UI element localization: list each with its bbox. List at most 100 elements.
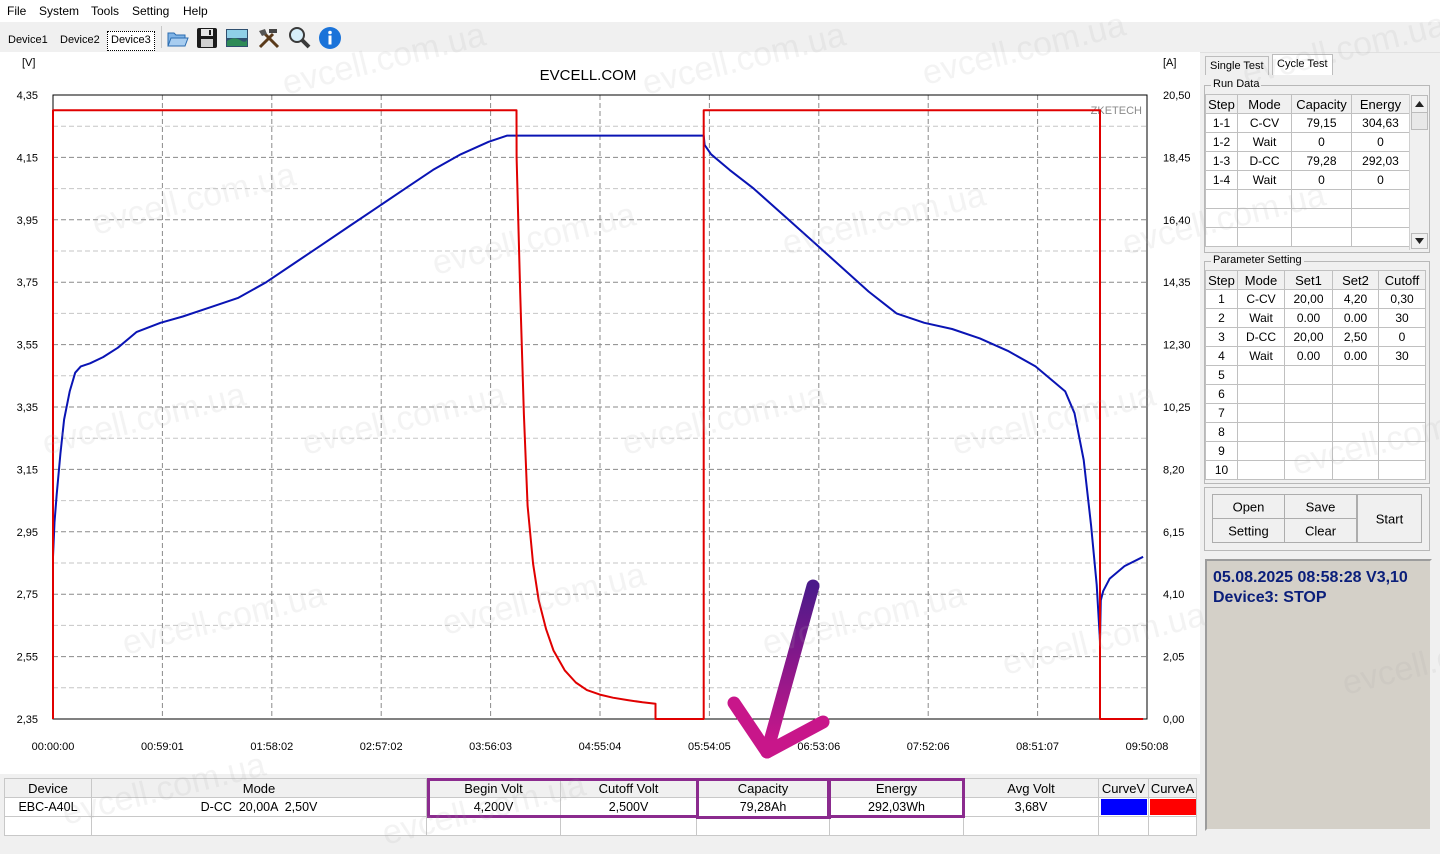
run-data-title: Run Data [1211,78,1262,90]
setting-button-label: Setting [1228,523,1269,538]
parameter-setting-title: Parameter Setting [1211,254,1304,266]
tab-device3[interactable]: Device3 [107,31,155,51]
scroll-up-arrow[interactable] [1411,95,1428,113]
param-cell: 0,30 [1378,289,1426,309]
param-row[interactable]: 10 [1205,460,1426,480]
summary-header-row: Device Mode Begin Volt Cutoff Volt Capac… [4,778,1197,798]
run-data-cell [1237,227,1292,247]
run-data-cell: 79,15 [1291,113,1352,133]
run-data-cell: Wait [1237,132,1292,152]
start-button-label: Start [1375,511,1404,526]
param-cell: 10 [1205,460,1238,480]
chart-title: EVCELL.COM [540,67,637,84]
x-tick-label: 01:58:02 [250,741,293,753]
param-cell [1237,365,1285,385]
value-avg-volt: 3,68V [963,797,1099,817]
param-cell: 4,20 [1332,289,1379,309]
param-cell [1284,422,1333,442]
param-cell [1378,441,1426,461]
run-data-cell [1291,189,1352,209]
header-energy: Energy [829,778,964,798]
run-data-row[interactable]: 1-4 Wait 0 0 [1205,170,1410,190]
chart-image-icon[interactable] [224,25,250,51]
param-row[interactable]: 3 D-CC 20,00 2,50 0 [1205,327,1426,347]
x-tick-label: 02:57:02 [360,741,403,753]
run-data-cell: 79,28 [1291,151,1352,171]
tab-cycle-test[interactable]: Cycle Test [1272,54,1333,75]
scroll-thumb[interactable] [1411,112,1428,130]
x-tick-label: 06:53:06 [797,741,840,753]
run-data-scrollbar[interactable] [1409,94,1428,250]
param-cell: 30 [1378,346,1426,366]
menu-system[interactable]: System [39,4,79,18]
param-cell [1378,422,1426,442]
param-cell: 20,00 [1284,289,1333,309]
tools-icon[interactable] [256,25,282,51]
x-tick-label: 03:56:03 [469,741,512,753]
header-begin-volt: Begin Volt [426,778,561,798]
x-tick-label: 00:59:01 [141,741,184,753]
param-column-header: Set2 [1332,270,1379,290]
menu-tools[interactable]: Tools [91,4,119,18]
param-cell [1237,441,1285,461]
param-row[interactable]: 7 [1205,403,1426,423]
setting-button[interactable]: Setting [1212,518,1285,543]
param-row[interactable]: 2 Wait 0.00 0.00 30 [1205,308,1426,328]
clear-button[interactable]: Clear [1284,518,1357,543]
param-row[interactable]: 4 Wait 0.00 0.00 30 [1205,346,1426,366]
curve-a-color-swatch[interactable] [1148,797,1197,817]
param-cell [1378,384,1426,404]
param-cell [1332,422,1379,442]
y-right-tick-label: 10,25 [1163,402,1191,414]
header-cutoff-volt: Cutoff Volt [560,778,697,798]
param-row[interactable]: 8 [1205,422,1426,442]
run-data-cell [1237,208,1292,228]
menu-help[interactable]: Help [183,4,208,18]
save-button-label: Save [1305,499,1336,514]
tab-single-test[interactable]: Single Test [1205,56,1269,75]
param-cell: D-CC [1237,327,1285,347]
param-row[interactable]: 6 [1205,384,1426,404]
scroll-down-arrow[interactable] [1411,233,1428,249]
run-data-cell [1205,189,1238,209]
y-right-tick-label: 2,05 [1163,652,1184,664]
menu-file[interactable]: File [7,4,26,18]
param-row[interactable]: 9 [1205,441,1426,461]
start-button[interactable]: Start [1357,494,1422,543]
open-button[interactable]: Open [1212,494,1285,519]
menu-setting[interactable]: Setting [132,4,169,18]
param-cell: 30 [1378,308,1426,328]
magnifier-icon[interactable] [286,25,312,51]
curve-v-color-swatch[interactable] [1098,797,1149,817]
param-column-header: Set1 [1284,270,1333,290]
param-cell [1237,384,1285,404]
save-button[interactable]: Save [1284,494,1357,519]
y-left-tick-label: 3,55 [17,340,38,352]
param-cell: Wait [1237,346,1285,366]
y-right-tick-label: 12,30 [1163,340,1191,352]
run-data-empty-row [1205,227,1410,247]
open-folder-icon[interactable] [164,25,190,51]
value-energy: 292,03Wh [829,797,964,817]
info-icon[interactable] [317,25,343,51]
run-data-cell [1351,189,1410,209]
param-cell [1332,460,1379,480]
run-data-row[interactable]: 1-2 Wait 0 0 [1205,132,1410,152]
tab-device2[interactable]: Device2 [57,31,103,49]
x-tick-label: 00:00:00 [32,741,75,753]
run-data-row[interactable]: 1-1 C-CV 79,15 304,63 [1205,113,1410,133]
param-cell [1284,460,1333,480]
param-cell [1332,365,1379,385]
tab-device1[interactable]: Device1 [5,31,51,49]
run-data-column-header: Step [1205,94,1238,114]
param-row[interactable]: 1 C-CV 20,00 4,20 0,30 [1205,289,1426,309]
y-right-unit-label: [A] [1163,57,1176,69]
run-data-cell: 292,03 [1351,151,1410,171]
param-cell [1284,384,1333,404]
param-cell: 7 [1205,403,1238,423]
run-data-row[interactable]: 1-3 D-CC 79,28 292,03 [1205,151,1410,171]
param-cell: 4 [1205,346,1238,366]
param-row[interactable]: 5 [1205,365,1426,385]
save-icon[interactable] [194,25,220,51]
param-cell [1284,403,1333,423]
